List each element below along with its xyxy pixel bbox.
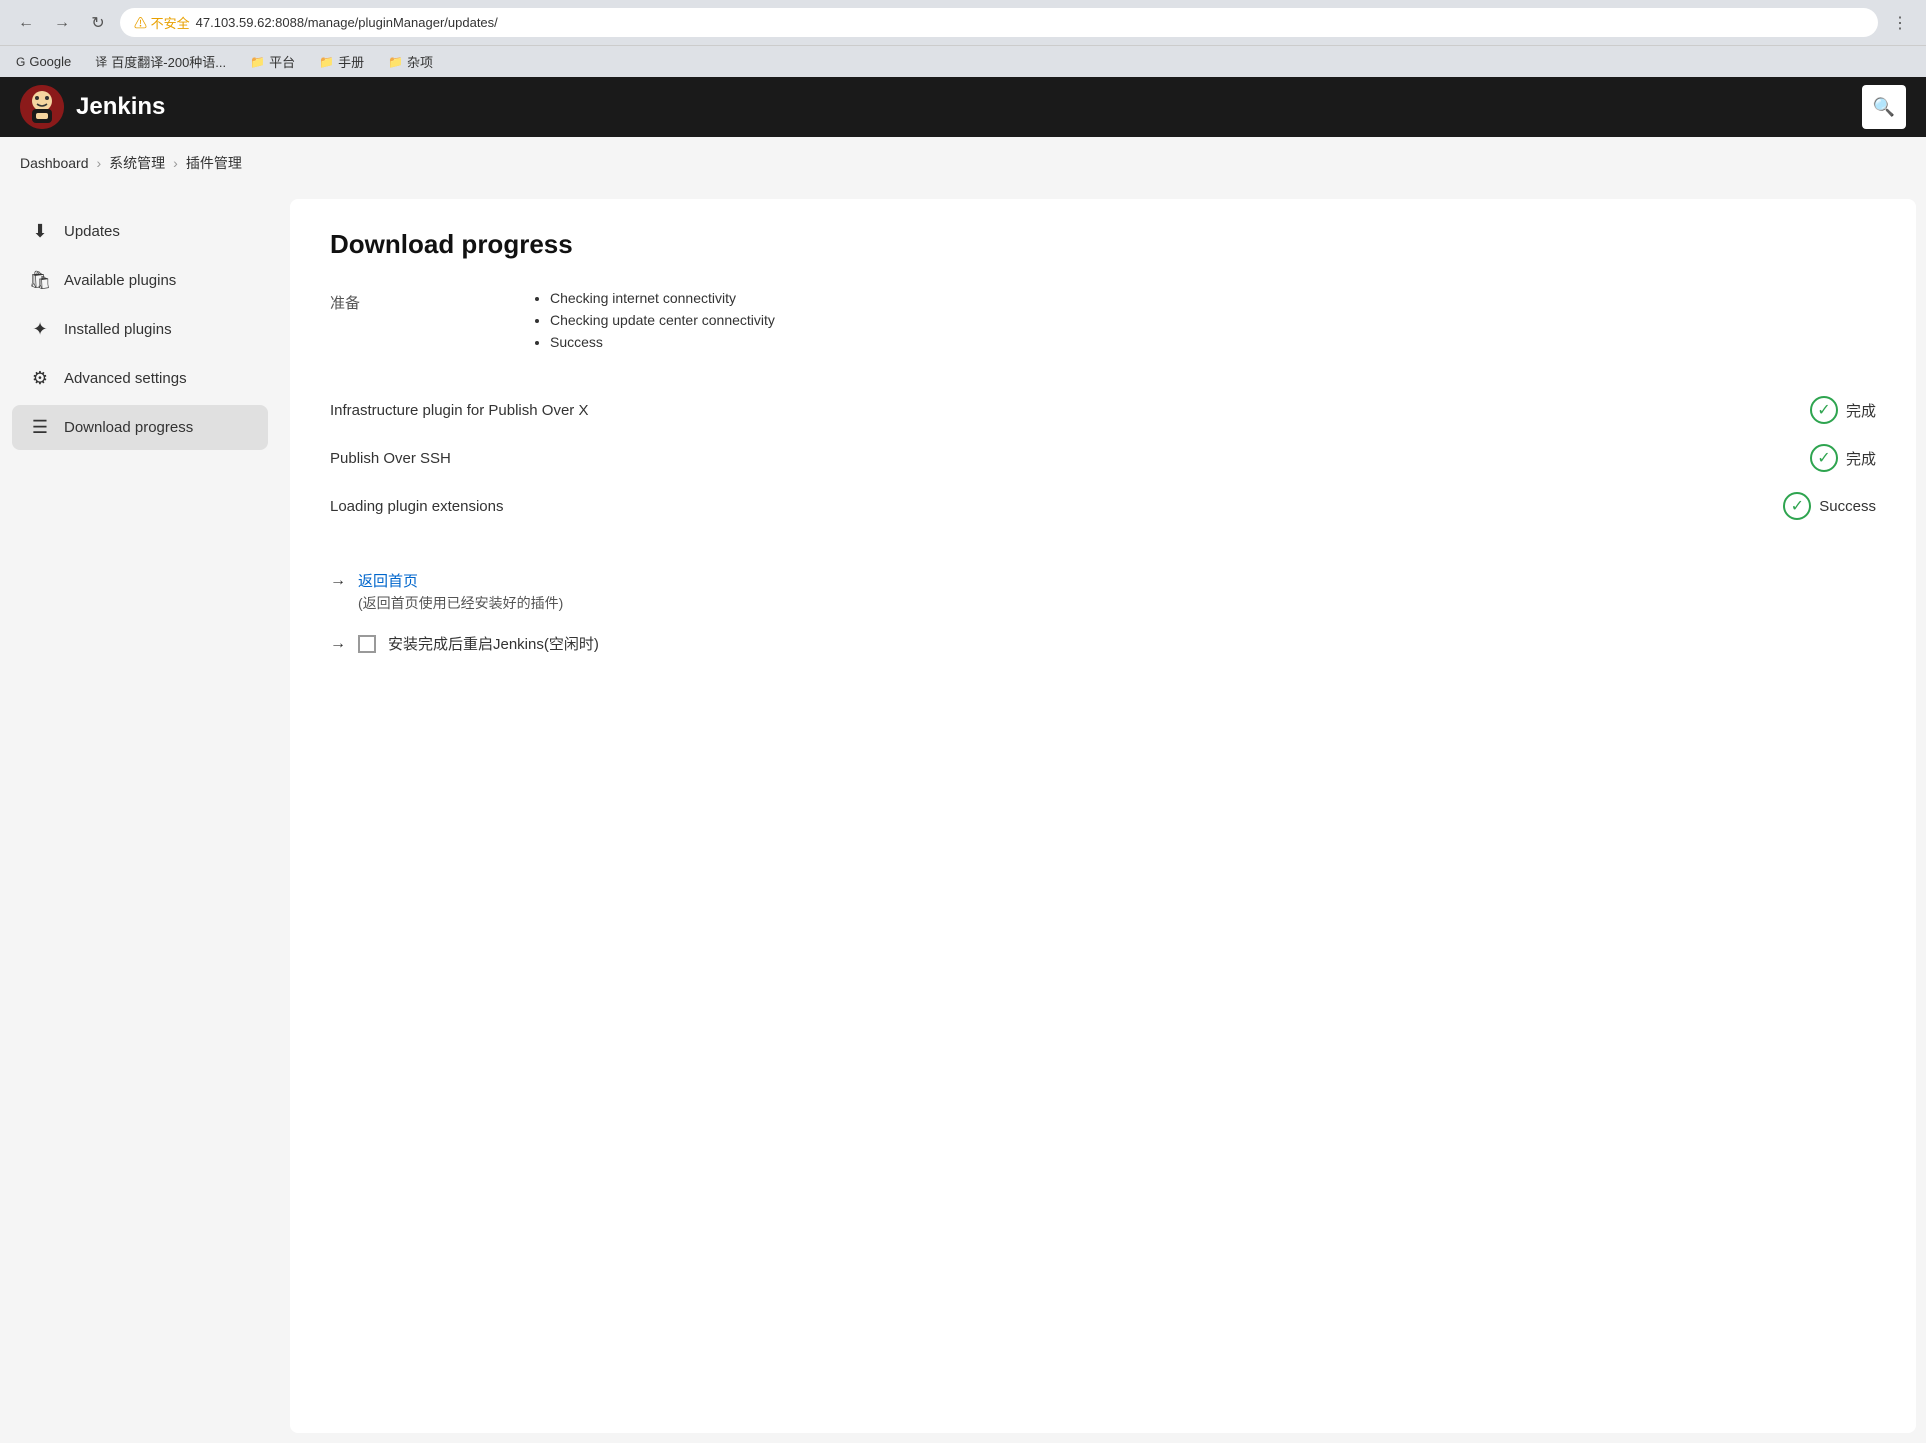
restart-checkbox[interactable] [358, 635, 376, 653]
plugin-status-3: ✓ Success [1783, 492, 1876, 520]
sidebar-item-updates[interactable]: ⬇ Updates [12, 209, 268, 254]
security-warning: ⚠ 不安全 [134, 13, 190, 32]
prep-list: Checking internet connectivity Checking … [530, 290, 775, 356]
breadcrumb-sep-2: › [173, 155, 178, 171]
address-url: 47.103.59.62:8088/manage/pluginManager/u… [196, 15, 498, 30]
sidebar: ⬇ Updates 🛍 Available plugins ✦ Installe… [0, 189, 280, 1443]
actions-section: → 返回首页 (返回首页使用已经安装好的插件) → 安装完成后重启Jenkins… [330, 570, 1876, 654]
updates-icon: ⬇ [28, 221, 52, 242]
breadcrumb-plugin[interactable]: 插件管理 [186, 153, 242, 173]
plugin-name-2: Publish Over SSH [330, 450, 1810, 467]
sidebar-installed-label: Installed plugins [64, 321, 172, 338]
jenkins-header: Jenkins 🔍 [0, 77, 1926, 137]
prep-check-3: Success [550, 334, 775, 350]
prep-check-1: Checking internet connectivity [550, 290, 775, 306]
bookmark-google[interactable]: G Google [12, 52, 75, 71]
return-arrow-icon: → [330, 572, 346, 590]
breadcrumb-sep-1: › [97, 155, 102, 171]
installed-plugins-icon: ✦ [28, 319, 52, 340]
table-row: Loading plugin extensions ✓ Success [330, 482, 1876, 530]
bookmark-baidu[interactable]: 译 百度翻译-200种语... [91, 50, 230, 73]
breadcrumb: Dashboard › 系统管理 › 插件管理 [0, 137, 1926, 189]
address-bar[interactable]: ⚠ 不安全 47.103.59.62:8088/manage/pluginMan… [120, 8, 1878, 37]
reload-button[interactable]: ↻ [84, 9, 112, 37]
preparation-section: 准备 Checking internet connectivity Checki… [330, 290, 1876, 356]
return-action-row: → 返回首页 (返回首页使用已经安装好的插件) [330, 570, 1876, 613]
restart-arrow-icon: → [330, 635, 346, 653]
bookmarks-bar: G Google 译 百度翻译-200种语... 📁 平台 📁 手册 📁 杂项 [0, 45, 1926, 77]
plugin-name-3: Loading plugin extensions [330, 498, 1783, 515]
status-text-1: 完成 [1846, 400, 1876, 421]
back-button[interactable]: ← [12, 9, 40, 37]
main-layout: ⬇ Updates 🛍 Available plugins ✦ Installe… [0, 189, 1926, 1443]
breadcrumb-system[interactable]: 系统管理 [109, 153, 165, 173]
main-content: Download progress 准备 Checking internet c… [290, 199, 1916, 1433]
table-row: Infrastructure plugin for Publish Over X… [330, 386, 1876, 434]
prep-label: 准备 [330, 290, 530, 356]
sidebar-download-label: Download progress [64, 419, 193, 436]
address-bar-row: ← → ↻ ⚠ 不安全 47.103.59.62:8088/manage/plu… [0, 0, 1926, 45]
bookmark-manual[interactable]: 📁 手册 [315, 50, 368, 73]
page-title: Download progress [330, 229, 1876, 260]
check-icon-2: ✓ [1810, 444, 1838, 472]
return-home-link[interactable]: 返回首页 [358, 570, 563, 591]
status-text-2: 完成 [1846, 448, 1876, 469]
sidebar-updates-label: Updates [64, 223, 120, 240]
plugin-name-1: Infrastructure plugin for Publish Over X [330, 402, 1810, 419]
status-text-3: Success [1819, 498, 1876, 515]
return-sub-text: (返回首页使用已经安装好的插件) [358, 593, 563, 613]
download-progress-icon: ☰ [28, 417, 52, 438]
search-button[interactable]: 🔍 [1862, 85, 1906, 129]
forward-button[interactable]: → [48, 9, 76, 37]
restart-row: 安装完成后重启Jenkins(空闲时) [358, 633, 599, 654]
jenkins-avatar [20, 85, 64, 129]
available-plugins-icon: 🛍 [28, 270, 52, 291]
check-icon-1: ✓ [1810, 396, 1838, 424]
sidebar-item-installed-plugins[interactable]: ✦ Installed plugins [12, 307, 268, 352]
prep-check-2: Checking update center connectivity [550, 312, 775, 328]
sidebar-available-label: Available plugins [64, 272, 176, 289]
sidebar-item-available-plugins[interactable]: 🛍 Available plugins [12, 258, 268, 303]
bookmark-misc[interactable]: 📁 杂项 [384, 50, 437, 73]
sidebar-advanced-label: Advanced settings [64, 370, 187, 387]
return-action-text: 返回首页 (返回首页使用已经安装好的插件) [358, 570, 563, 613]
advanced-settings-icon: ⚙ [28, 368, 52, 389]
breadcrumb-dashboard[interactable]: Dashboard [20, 155, 89, 171]
restart-label: 安装完成后重启Jenkins(空闲时) [388, 633, 599, 654]
more-button[interactable]: ⋮ [1886, 9, 1914, 37]
restart-action-row: → 安装完成后重启Jenkins(空闲时) [330, 633, 1876, 654]
plugin-status-1: ✓ 完成 [1810, 396, 1876, 424]
sidebar-item-advanced-settings[interactable]: ⚙ Advanced settings [12, 356, 268, 401]
plugin-status-2: ✓ 完成 [1810, 444, 1876, 472]
browser-chrome: ← → ↻ ⚠ 不安全 47.103.59.62:8088/manage/plu… [0, 0, 1926, 77]
jenkins-title: Jenkins [76, 93, 165, 121]
bookmark-platform[interactable]: 📁 平台 [246, 50, 299, 73]
sidebar-item-download-progress[interactable]: ☰ Download progress [12, 405, 268, 450]
plugin-rows: Infrastructure plugin for Publish Over X… [330, 386, 1876, 530]
jenkins-logo: Jenkins [20, 85, 165, 129]
check-icon-3: ✓ [1783, 492, 1811, 520]
table-row: Publish Over SSH ✓ 完成 [330, 434, 1876, 482]
